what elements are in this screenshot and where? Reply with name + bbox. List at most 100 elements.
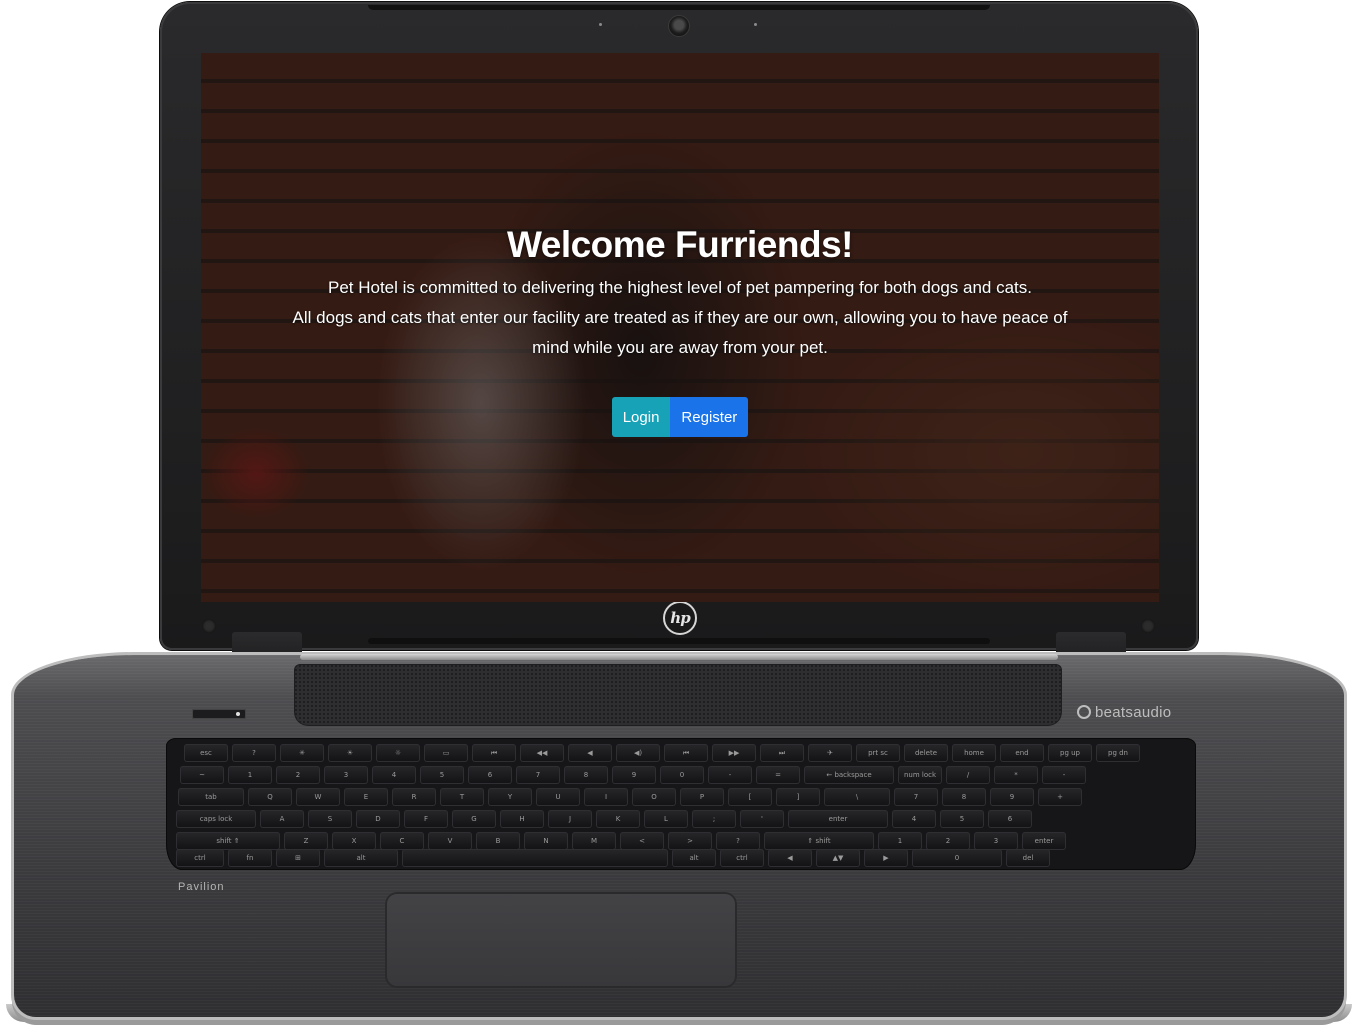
keyboard-key[interactable]: ⏮ [472,744,516,762]
keyboard-key[interactable]: A [260,810,304,828]
touchpad[interactable] [385,892,737,988]
keyboard-key[interactable]: R [392,788,436,806]
keyboard-key[interactable]: alt [672,849,716,867]
keyboard-key[interactable]: 1 [878,832,922,850]
keyboard-key[interactable]: / [946,766,990,784]
keyboard-key[interactable]: ; [692,810,736,828]
keyboard-key[interactable]: pg dn [1096,744,1140,762]
keyboard-key[interactable]: pg up [1048,744,1092,762]
keyboard-key[interactable]: ☀ [328,744,372,762]
keyboard-key[interactable]: M [572,832,616,850]
keyboard-key[interactable]: O [632,788,676,806]
keyboard-key[interactable]: end [1000,744,1044,762]
keyboard-key[interactable]: G [452,810,496,828]
keyboard-key[interactable]: J [548,810,592,828]
keyboard-key[interactable]: W [296,788,340,806]
keyboard-key[interactable]: fn [228,849,272,867]
keyboard-key[interactable]: ▶ [864,849,908,867]
keyboard-key[interactable]: U [536,788,580,806]
keyboard-key[interactable]: E [344,788,388,806]
keyboard-key[interactable]: I [584,788,628,806]
keyboard-key[interactable]: P [680,788,724,806]
keyboard-key[interactable]: K [596,810,640,828]
keyboard-key[interactable]: 2 [926,832,970,850]
keyboard-key[interactable]: 4 [892,810,936,828]
keyboard-key[interactable]: + [1038,788,1082,806]
keyboard-key[interactable]: ? [716,832,760,850]
keyboard-key[interactable]: L [644,810,688,828]
keyboard-key[interactable]: 0 [660,766,704,784]
keyboard-key[interactable]: shift ⇑ [176,832,280,850]
keyboard-key[interactable]: 5 [420,766,464,784]
keyboard-key[interactable]: F [404,810,448,828]
keyboard-key[interactable]: 3 [324,766,368,784]
keyboard-key[interactable]: B [476,832,520,850]
keyboard-key[interactable]: ▲▼ [816,849,860,867]
keyboard-key[interactable]: * [994,766,1038,784]
keyboard-key[interactable]: N [524,832,568,850]
keyboard-key[interactable]: 9 [990,788,1034,806]
keyboard-key[interactable]: num lock [898,766,942,784]
keyboard-key[interactable]: 8 [942,788,986,806]
keyboard-key[interactable]: 7 [894,788,938,806]
keyboard-key[interactable]: prt sc [856,744,900,762]
keyboard-key[interactable]: tab [178,788,244,806]
keyboard-key[interactable]: ◀ [768,849,812,867]
keyboard-key[interactable]: ⏭ [760,744,804,762]
register-button[interactable]: Register [670,397,749,437]
keyboard-key[interactable]: Q [248,788,292,806]
keyboard-key[interactable]: ⊞ [276,849,320,867]
keyboard-key[interactable]: 4 [372,766,416,784]
keyboard-key[interactable]: V [428,832,472,850]
keyboard-key[interactable]: delete [904,744,948,762]
keyboard-key[interactable]: Y [488,788,532,806]
keyboard-key[interactable]: del [1006,849,1050,867]
keyboard-key[interactable]: < [620,832,664,850]
keyboard-key[interactable]: 7 [516,766,560,784]
keyboard-key[interactable]: 2 [276,766,320,784]
login-button[interactable]: Login [611,397,671,437]
keyboard-key[interactable]: 1 [228,766,272,784]
keyboard-key[interactable]: - [1042,766,1086,784]
keyboard-key[interactable]: ~ [180,766,224,784]
keyboard-key[interactable]: ▶▶ [712,744,756,762]
keyboard-key[interactable]: 5 [940,810,984,828]
keyboard-key[interactable]: ' [740,810,784,828]
keyboard-key[interactable]: S [308,810,352,828]
keyboard-key[interactable]: ☼ [376,744,420,762]
keyboard-key[interactable]: ctrl [176,849,224,867]
keyboard-key[interactable]: - [708,766,752,784]
keyboard-key[interactable]: = [756,766,800,784]
keyboard-key[interactable]: esc [184,744,228,762]
keyboard-key[interactable]: 0 [912,849,1002,867]
keyboard-key[interactable]: H [500,810,544,828]
keyboard-key[interactable]: ✈ [808,744,852,762]
keyboard-key[interactable]: ✳ [280,744,324,762]
keyboard-key[interactable]: C [380,832,424,850]
keyboard-key[interactable]: ◀ [568,744,612,762]
keyboard-key[interactable]: ▭ [424,744,468,762]
keyboard-key[interactable]: enter [1022,832,1066,850]
keyboard-key[interactable]: ◀◀ [520,744,564,762]
keyboard-key[interactable]: caps lock [176,810,256,828]
keyboard-key[interactable]: ← backspace [804,766,894,784]
keyboard-key[interactable]: X [332,832,376,850]
keyboard-key[interactable]: 3 [974,832,1018,850]
keyboard-key[interactable]: D [356,810,400,828]
keyboard-key[interactable]: ◀) [616,744,660,762]
keyboard-key[interactable]: Z [284,832,328,850]
keyboard-key[interactable]: ctrl [720,849,764,867]
keyboard-key[interactable]: ? [232,744,276,762]
keyboard-key[interactable]: 6 [468,766,512,784]
keyboard-key[interactable]: 8 [564,766,608,784]
keyboard-key[interactable]: [ [728,788,772,806]
keyboard-key[interactable]: ] [776,788,820,806]
keyboard-key[interactable]: 6 [988,810,1032,828]
keyboard-key[interactable]: ⏮ [664,744,708,762]
keyboard-key[interactable]: T [440,788,484,806]
keyboard-key[interactable]: home [952,744,996,762]
keyboard-key[interactable]: > [668,832,712,850]
keyboard-key[interactable]: \ [824,788,890,806]
keyboard-key[interactable]: ⇑ shift [764,832,874,850]
keyboard-key[interactable]: enter [788,810,888,828]
